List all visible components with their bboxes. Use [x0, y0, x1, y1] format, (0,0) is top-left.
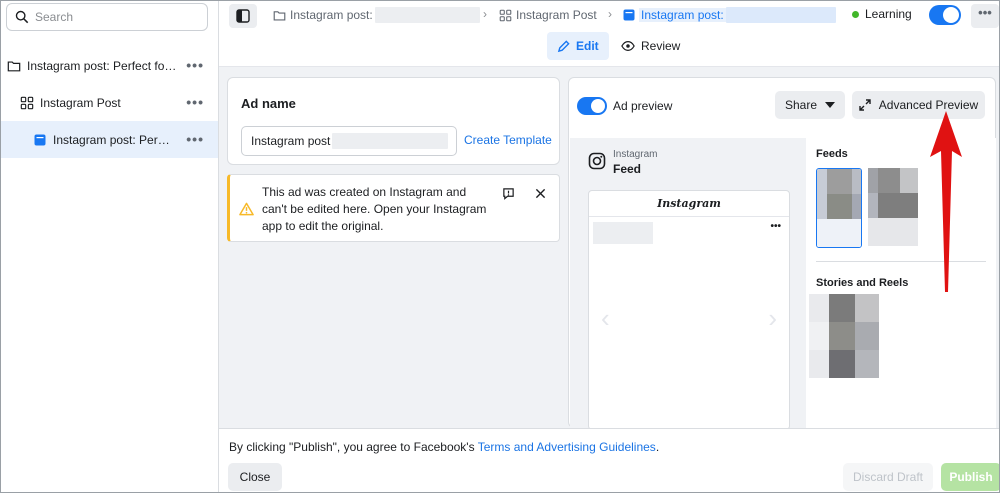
- more-icon[interactable]: •••: [186, 57, 204, 73]
- breadcrumb-adset[interactable]: Instagram Post: [499, 6, 597, 24]
- ad-name-title: Ad name: [241, 96, 296, 111]
- search-box[interactable]: [6, 3, 208, 31]
- warning-banner: This ad was created on Instagram and can…: [227, 174, 560, 242]
- breadcrumb-label: Instagram post:: [290, 8, 373, 22]
- more-icon[interactable]: •••: [186, 131, 204, 147]
- placement-label: Feed: [613, 162, 642, 176]
- search-input[interactable]: [35, 10, 185, 24]
- tab-review[interactable]: Review: [611, 32, 690, 60]
- instagram-icon: [588, 152, 606, 170]
- breadcrumb-ad[interactable]: Instagram post:: [623, 6, 836, 24]
- breadcrumb-label: Instagram post:: [639, 8, 726, 22]
- redacted-text: [725, 7, 836, 23]
- discard-draft-button[interactable]: Discard Draft: [843, 463, 933, 491]
- terms-link[interactable]: Terms and Advertising Guidelines: [478, 440, 656, 454]
- ad-preview-label: Ad preview: [613, 99, 673, 113]
- ad-preview-toggle[interactable]: [577, 97, 607, 115]
- app-window: Instagram post: Perfect for ... ••• Inst…: [0, 0, 1000, 493]
- sidebar-item-ad[interactable]: Instagram post: Perfe... •••: [1, 121, 218, 158]
- more-icon[interactable]: •••: [770, 221, 781, 232]
- ad-active-toggle[interactable]: [929, 5, 961, 25]
- close-button[interactable]: Close: [228, 463, 282, 491]
- phone-preview: Instagram ••• ‹ ›: [588, 190, 790, 430]
- grid-icon: [20, 96, 34, 109]
- create-template-link[interactable]: Create Template: [464, 133, 552, 147]
- ad-name-value: Instagram post: [251, 134, 331, 148]
- tab-label: Review: [641, 39, 681, 53]
- feeds-title: Feeds: [816, 148, 848, 160]
- header: Instagram post: › Instagram Post › Insta…: [219, 1, 999, 67]
- placement-list: Feeds Stories and Reels: [806, 138, 996, 428]
- pencil-icon: [557, 39, 570, 52]
- panel-toggle-button[interactable]: [229, 4, 257, 28]
- redacted-account: [593, 222, 653, 244]
- sidebar-item-campaign[interactable]: Instagram post: Perfect for ... •••: [1, 47, 218, 84]
- more-icon[interactable]: •••: [971, 4, 999, 28]
- sidebar: Instagram post: Perfect for ... ••• Inst…: [1, 1, 219, 492]
- panel-icon: [236, 9, 250, 23]
- chevron-right-icon: ›: [608, 7, 612, 21]
- chevron-left-icon[interactable]: ‹: [601, 303, 610, 334]
- feedback-icon[interactable]: [502, 187, 515, 200]
- ad-icon: [623, 9, 635, 21]
- stories-title: Stories and Reels: [816, 277, 909, 289]
- editor-main: Ad name Instagram post Create Template T…: [219, 67, 999, 430]
- search-icon: [15, 10, 29, 24]
- sidebar-item-label: Instagram Post: [40, 95, 121, 110]
- delivery-status: Learning: [852, 7, 912, 21]
- grid-icon: [499, 9, 512, 21]
- expand-icon: [859, 99, 871, 111]
- status-label: Learning: [865, 7, 912, 21]
- status-dot-icon: [852, 10, 859, 18]
- warning-text: This ad was created on Instagram and can…: [262, 185, 487, 233]
- feed-thumbnail-selected[interactable]: [816, 168, 862, 248]
- footer: By clicking "Publish", you agree to Face…: [219, 428, 999, 492]
- ad-name-input[interactable]: Instagram post: [241, 126, 457, 156]
- close-icon[interactable]: [535, 188, 546, 199]
- breadcrumb-campaign[interactable]: Instagram post:: [273, 6, 480, 24]
- folder-icon: [7, 60, 21, 71]
- chevron-right-icon: ›: [483, 7, 487, 21]
- redacted-text: [332, 133, 449, 149]
- annotation-arrow-icon: [930, 111, 962, 292]
- feed-preview-area: Instagram Feed Instagram ••• ‹ ›: [570, 138, 806, 430]
- ad-name-card: Ad name Instagram post Create Template: [227, 77, 560, 165]
- redacted-text: [374, 7, 480, 23]
- publish-button[interactable]: Publish: [941, 463, 999, 491]
- chevron-down-icon: [825, 102, 836, 108]
- terms-suffix: .: [655, 440, 660, 454]
- tab-label: Edit: [576, 39, 599, 53]
- warning-icon: [239, 202, 254, 216]
- feed-thumbnail[interactable]: [868, 168, 918, 248]
- folder-icon: [273, 10, 286, 21]
- eye-icon: [621, 41, 635, 51]
- story-thumbnail[interactable]: [809, 294, 879, 378]
- tab-edit[interactable]: Edit: [547, 32, 609, 60]
- sidebar-item-label: Instagram post: Perfe...: [53, 132, 173, 147]
- share-button[interactable]: Share: [775, 91, 845, 119]
- ad-icon: [34, 134, 46, 145]
- terms-prefix: By clicking "Publish", you agree to Face…: [229, 440, 478, 454]
- breadcrumb-label: Instagram Post: [516, 8, 597, 22]
- publish-terms-note: By clicking "Publish", you agree to Face…: [229, 440, 659, 454]
- sidebar-item-label: Instagram post: Perfect for ...: [27, 58, 177, 73]
- share-label: Share: [784, 98, 818, 112]
- chevron-right-icon[interactable]: ›: [768, 303, 777, 334]
- phone-brand: Instagram: [589, 191, 789, 217]
- sidebar-item-adset[interactable]: Instagram Post •••: [1, 84, 218, 121]
- more-icon[interactable]: •••: [186, 94, 204, 110]
- platform-label: Instagram: [613, 149, 658, 160]
